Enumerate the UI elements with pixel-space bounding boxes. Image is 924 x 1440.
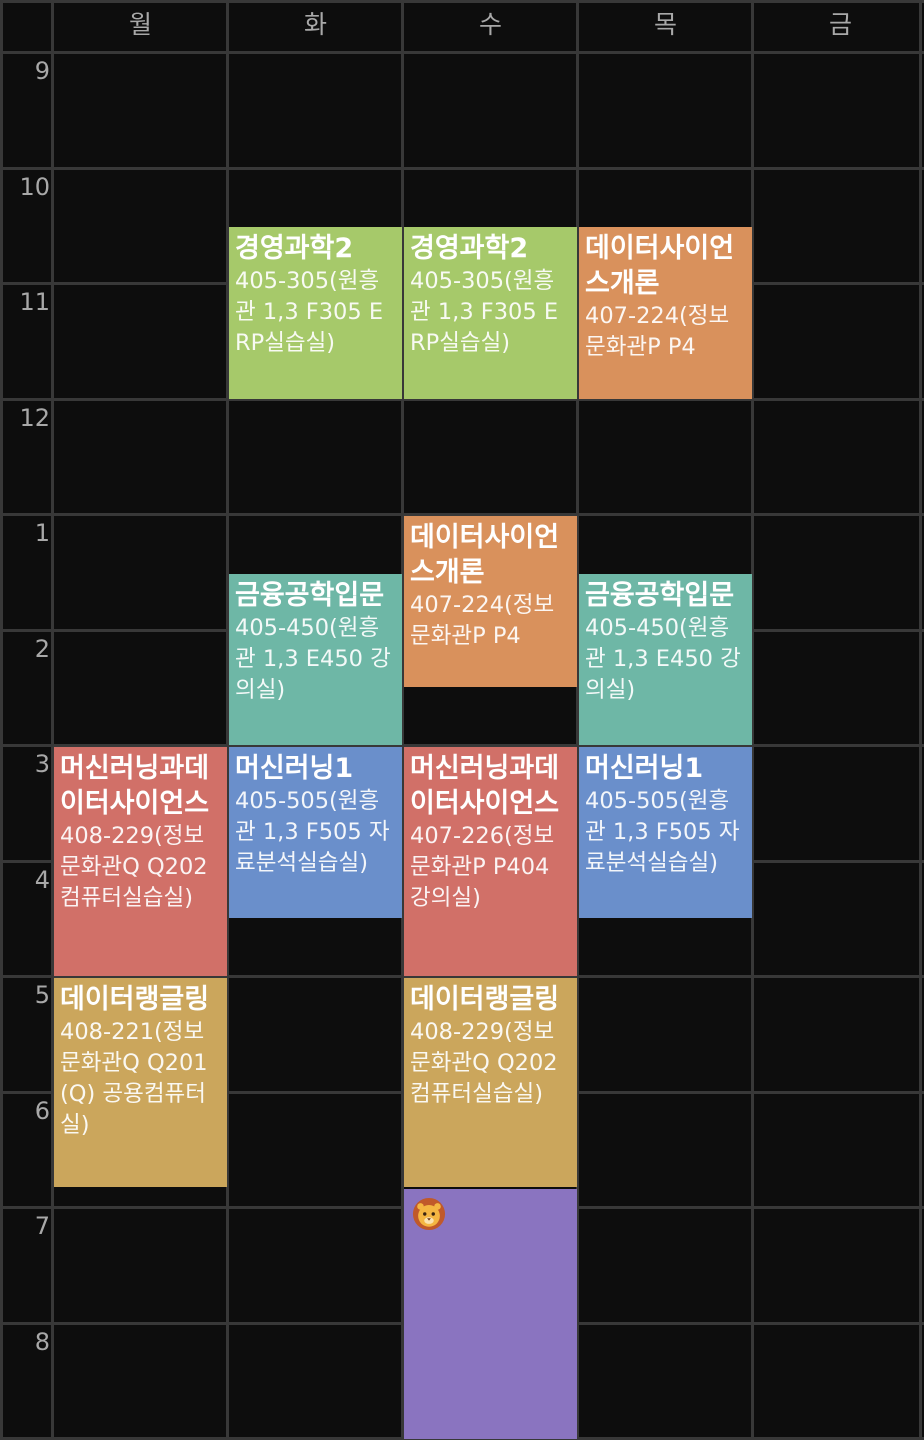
course-block[interactable]: 경영과학2 405-305(원흥관 1,3 F305 ERP실습실): [229, 227, 402, 399]
hour-label-5: 5: [34, 981, 50, 1009]
weekday-header: 월화수목금: [0, 0, 924, 53]
course-room: 405-305(원흥관 1,3 F305 ERP실습실): [235, 268, 384, 357]
course-block[interactable]: 금융공학입문 405-450(원흥관 1,3 E450 강의실): [579, 573, 752, 745]
course-title: 머신러닝1: [585, 753, 704, 784]
course-title: 금융공학입문: [585, 579, 735, 611]
day-header-4: 금: [828, 10, 852, 39]
grid-horizontal-line: [0, 166, 924, 170]
course-room: 405-450(원흥관 1,3 E450 강의실): [235, 614, 391, 703]
course-block[interactable]: 머신러닝과데이터사이언스 408-229(정보문화관Q Q202 컴퓨터실습실): [54, 747, 227, 976]
day-header-1: 화: [303, 10, 327, 39]
course-title: 경영과학2: [410, 233, 529, 265]
grid-vertical-line: [51, 0, 54, 1440]
grid-vertical-line: [0, 0, 3, 1440]
grid-horizontal-line: [0, 0, 924, 3]
hour-label-12: 12: [19, 403, 50, 432]
course-room: 408-221(정보문화관Q Q201 (Q) 공용컴퓨터실): [60, 1019, 215, 1138]
hour-label-3: 3: [34, 750, 50, 778]
course-block[interactable]: 데이터랭글링 408-229(정보문화관Q Q202 컴퓨터실습실): [404, 978, 577, 1188]
hour-label-7: 7: [34, 1212, 50, 1240]
day-header-0: 월: [128, 10, 152, 39]
course-room: 408-229(정보문화관Q Q202 컴퓨터실습실): [60, 823, 215, 911]
course-block[interactable]: 머신러닝1 405-505(원흥관 1,3 F505 자료분석실습실): [579, 747, 752, 919]
hour-label-1: 1: [34, 519, 50, 547]
course-block[interactable]: 머신러닝1 405-505(원흥관 1,3 F505 자료분석실습실): [229, 747, 402, 919]
hour-label-11: 11: [19, 288, 50, 316]
hour-label-10: 10: [19, 172, 50, 201]
course-room: 407-224(정보문화관P P4: [410, 592, 555, 649]
lion-face-icon: [412, 1198, 446, 1231]
course-title: 데이터사이언스개론: [410, 522, 560, 588]
course-block[interactable]: 데이터랭글링 408-221(정보문화관Q Q201 (Q) 공용컴퓨터실): [54, 978, 227, 1188]
day-header-2: 수: [478, 10, 502, 39]
course-room: 405-505(원흥관 1,3 F505 자료분석실습실): [235, 788, 390, 876]
event-block[interactable]: [404, 1189, 577, 1439]
course-title: 데이터사이언스개론: [585, 233, 735, 300]
course-room: 405-450(원흥관 1,3 E450 강의실): [585, 614, 741, 703]
hour-label-9: 9: [34, 57, 50, 85]
course-room: 408-229(정보문화관Q Q202 컴퓨터실습실): [410, 1019, 565, 1107]
hour-label-4: 4: [34, 865, 50, 894]
course-title: 머신러닝1: [235, 753, 354, 784]
course-block[interactable]: 머신러닝과데이터사이언스 407-226(정보문화관P P404 강의실): [404, 747, 577, 976]
grid-horizontal-line: [0, 51, 924, 54]
course-room: 405-505(원흥관 1,3 F505 자료분석실습실): [585, 788, 740, 876]
course-title: 머신러닝과데이터사이언스: [60, 753, 210, 819]
course-title: 금융공학입문: [235, 579, 385, 611]
course-title: 머신러닝과데이터사이언스: [410, 753, 560, 819]
timetable: 월화수목금 9 10 11 12 1 2 3 4 5 6 7 8 경영과학2 405-305(원흥관 1…: [0, 0, 924, 1440]
grid-vertical-line: [919, 0, 922, 1440]
course-block[interactable]: 경영과학2 405-305(원흥관 1,3 F305 ERP실습실): [404, 227, 577, 399]
hour-label-6: 6: [34, 1096, 50, 1125]
course-title: 경영과학2: [235, 233, 354, 265]
course-title: 데이터랭글링: [410, 984, 560, 1015]
hour-label-8: 8: [34, 1327, 50, 1356]
day-header-3: 목: [653, 10, 677, 39]
hour-label-2: 2: [34, 634, 50, 663]
course-block[interactable]: 금융공학입문 405-450(원흥관 1,3 E450 강의실): [229, 573, 402, 745]
course-room: 407-224(정보문화관P P4: [585, 303, 730, 361]
course-block[interactable]: 데이터사이언스개론 407-224(정보문화관P P4: [579, 227, 752, 399]
course-room: 405-305(원흥관 1,3 F305 ERP실습실): [410, 268, 559, 357]
course-title: 데이터랭글링: [60, 984, 210, 1015]
course-block[interactable]: 데이터사이언스개론 407-224(정보문화관P P4: [404, 516, 577, 688]
course-room: 407-226(정보문화관P P404 강의실): [410, 823, 557, 911]
